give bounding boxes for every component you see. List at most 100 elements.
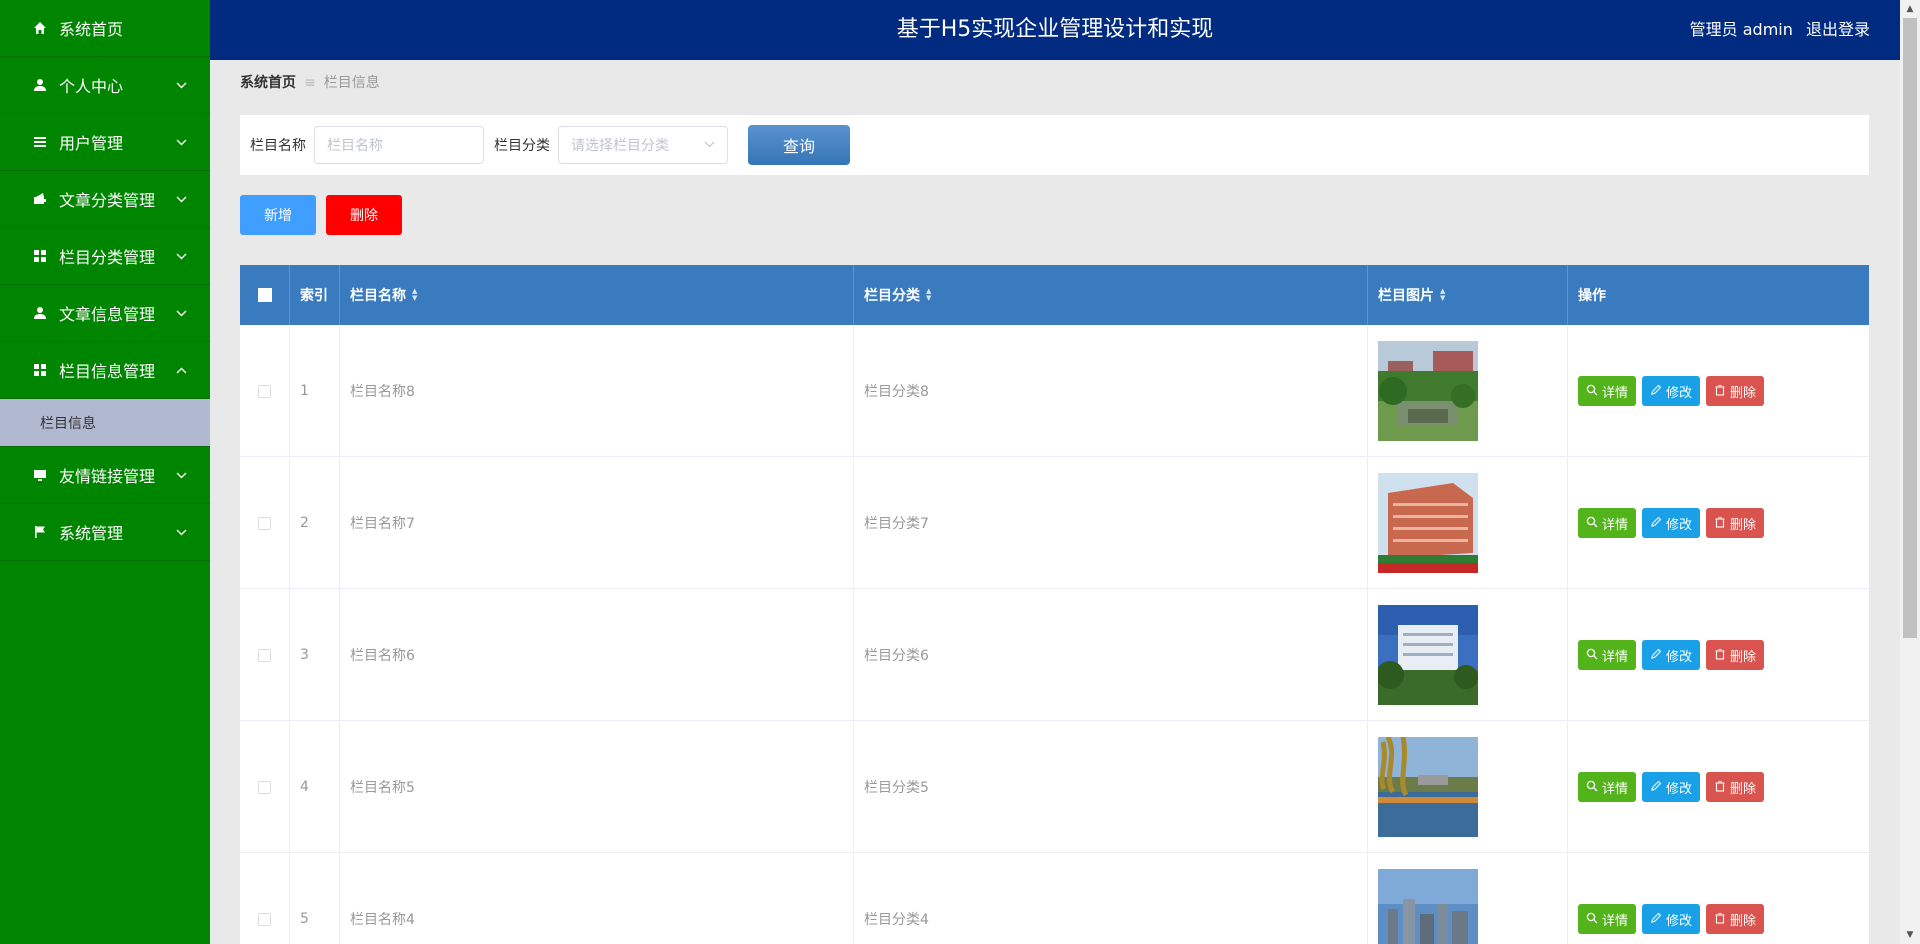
sort-icon[interactable]: ▲ ▼ [1440,288,1445,302]
row-index: 3 [290,589,340,721]
logout-link[interactable]: 退出登录 [1806,20,1870,39]
row-check-cell [240,457,290,589]
row-image-cell [1368,457,1568,589]
detail-button[interactable]: 详情 [1578,772,1637,802]
grid-icon [31,247,49,265]
page-scrollbar[interactable]: ▲ ▼ [1900,0,1920,944]
table-row: 5 栏目名称4 栏目分类4 详情 修改 删除 [240,853,1869,944]
home-icon [31,19,49,37]
detail-label: 详情 [1602,517,1629,533]
scroll-down-arrow-icon[interactable]: ▼ [1900,926,1920,944]
chevron-down-icon [704,140,715,151]
sidebar-item-label: 栏目分类管理 [59,248,156,267]
sort-icon[interactable]: ▲ ▼ [412,288,417,302]
bulk-delete-button[interactable]: 删除 [326,195,402,235]
row-operation-cell: 详情 修改 删除 [1568,589,1869,721]
select-all-checkbox[interactable] [257,288,272,302]
detail-label: 详情 [1602,385,1629,401]
row-check-cell [240,325,290,457]
delete-button[interactable]: 删除 [1706,640,1765,670]
add-button[interactable]: 新增 [240,195,316,235]
chevron-down-icon [174,82,188,89]
header-category[interactable]: 栏目分类 ▲ ▼ [854,265,1368,325]
row-checkbox[interactable] [258,912,271,926]
row-index: 1 [290,325,340,457]
edit-label: 修改 [1666,913,1693,929]
query-button[interactable]: 查询 [748,125,850,165]
name-filter-label: 栏目名称 [250,138,306,154]
table-row: 4 栏目名称5 栏目分类5 详情 修改 删除 [240,721,1869,853]
sidebar-item-friend-links[interactable]: 友情链接管理 [0,447,210,504]
sidebar-item-system-management[interactable]: 系统管理 [0,504,210,561]
table-body: 1 栏目名称8 栏目分类8 详情 修改 删除 2 栏目名称7 栏目分类7 详情 … [240,325,1869,944]
row-checkbox[interactable] [258,780,271,794]
search-icon [1586,912,1598,927]
edit-button[interactable]: 修改 [1642,772,1701,802]
breadcrumb: 系统首页 ≡ 栏目信息 [240,72,380,92]
campus-garden-image [1378,341,1478,441]
category-filter-label: 栏目分类 [494,138,550,154]
trash-icon [1714,780,1726,795]
detail-label: 详情 [1602,649,1629,665]
breadcrumb-separator: ≡ [304,75,316,91]
grid-icon [31,361,49,379]
category-select[interactable]: 请选择栏目分类 [558,126,728,164]
detail-button[interactable]: 详情 [1578,904,1637,934]
delete-button[interactable]: 删除 [1706,904,1765,934]
edit-icon [1650,516,1662,531]
edit-label: 修改 [1666,385,1693,401]
header-name[interactable]: 栏目名称 ▲ ▼ [340,265,854,325]
scroll-up-arrow-icon[interactable]: ▲ [1900,0,1920,18]
scroll-thumb[interactable] [1903,18,1917,638]
sidebar-item-label: 系统首页 [59,20,124,39]
row-category: 栏目分类8 [854,325,1368,457]
table-header: 索引 栏目名称 ▲ ▼ 栏目分类 ▲ ▼ 栏目图片 ▲ ▼ 操作 [240,265,1869,325]
chevron-down-icon [174,253,188,260]
sidebar-item-home[interactable]: 系统首页 [0,0,210,57]
sidebar-subitem-column-info[interactable]: 栏目信息 [0,399,210,447]
chevron-up-icon [174,367,188,374]
row-checkbox[interactable] [258,648,271,662]
list-icon [31,133,49,151]
search-icon [1586,648,1598,663]
edit-icon [1650,780,1662,795]
table-row: 3 栏目名称6 栏目分类6 详情 修改 删除 [240,589,1869,721]
delete-label: 删除 [1730,517,1757,533]
breadcrumb-home[interactable]: 系统首页 [240,75,296,91]
monitor-icon [31,466,49,484]
row-operation-cell: 详情 修改 删除 [1568,457,1869,589]
delete-button[interactable]: 删除 [1706,772,1765,802]
edit-button[interactable]: 修改 [1642,508,1701,538]
row-operation-cell: 详情 修改 删除 [1568,325,1869,457]
sidebar-item-article-info[interactable]: 文章信息管理 [0,285,210,342]
sidebar-item-column-category[interactable]: 栏目分类管理 [0,228,210,285]
detail-button[interactable]: 详情 [1578,640,1637,670]
delete-label: 删除 [1730,913,1757,929]
edit-button[interactable]: 修改 [1642,640,1701,670]
row-checkbox[interactable] [258,516,271,530]
delete-button[interactable]: 删除 [1706,376,1765,406]
trash-icon [1714,648,1726,663]
sidebar-item-article-category[interactable]: 文章分类管理 [0,171,210,228]
row-image-cell [1368,325,1568,457]
detail-button[interactable]: 详情 [1578,376,1637,406]
edit-button[interactable]: 修改 [1642,904,1701,934]
header-image[interactable]: 栏目图片 ▲ ▼ [1368,265,1568,325]
sidebar-item-column-info[interactable]: 栏目信息管理 [0,342,210,399]
edit-button[interactable]: 修改 [1642,376,1701,406]
sidebar-item-personal-center[interactable]: 个人中心 [0,57,210,114]
delete-label: 删除 [1730,385,1757,401]
chevron-down-icon [174,310,188,317]
sidebar-item-user-management[interactable]: 用户管理 [0,114,210,171]
row-index: 5 [290,853,340,944]
delete-button[interactable]: 删除 [1706,508,1765,538]
edit-icon [1650,384,1662,399]
row-checkbox[interactable] [258,384,271,398]
header-category-label: 栏目分类 [864,288,920,304]
detail-button[interactable]: 详情 [1578,508,1637,538]
sidebar-item-label: 栏目信息管理 [59,362,156,381]
sort-icon[interactable]: ▲ ▼ [926,288,931,302]
chevron-down-icon [174,529,188,536]
user-area: 管理员 admin 退出登录 [1682,0,1870,60]
name-search-input[interactable]: 栏目名称 [314,126,484,164]
